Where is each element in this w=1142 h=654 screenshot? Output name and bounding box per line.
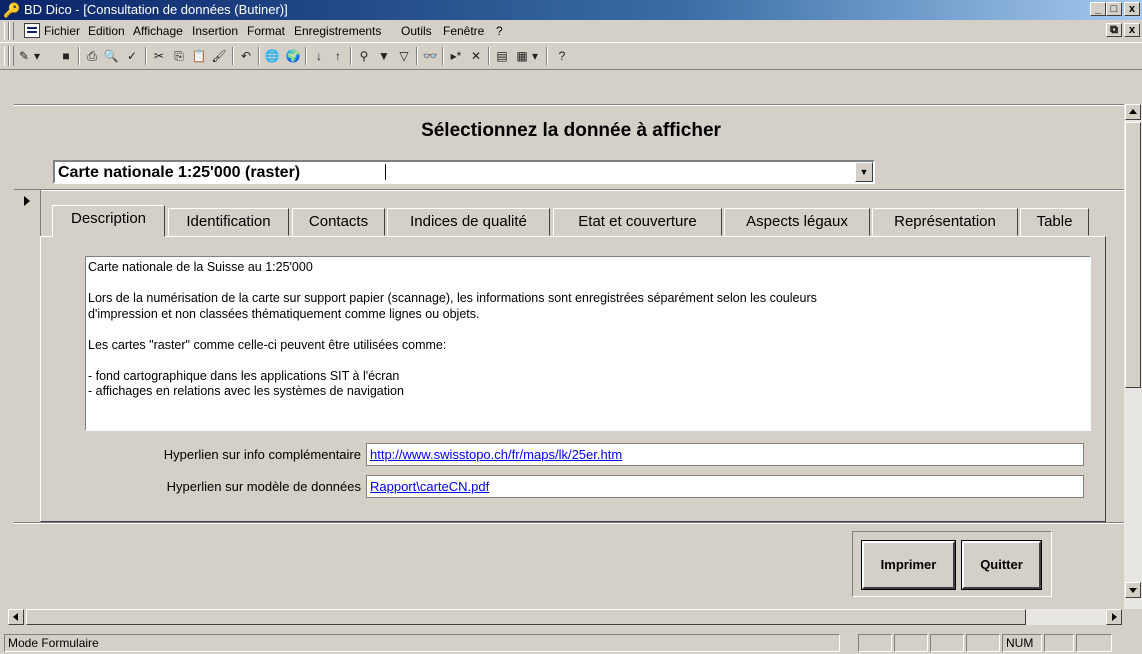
status-panel-6 [1044,634,1074,652]
filter-by-form-icon[interactable]: ▼ [376,48,392,64]
window-title: BD Dico - [Consultation de données (Buti… [24,2,288,17]
menu-outils[interactable]: Outils [401,24,432,38]
menu-insertion[interactable]: Insertion [192,24,238,38]
description-text[interactable]: Carte nationale de la Suisse au 1:25'000… [85,256,1091,431]
filter-by-selection-icon[interactable]: ⚲ [356,48,372,64]
sort-descending-icon[interactable]: ↑ [330,48,346,64]
quit-button[interactable]: Quitter [961,540,1042,590]
delete-record-icon[interactable]: ✕ [468,48,484,64]
menu-grip-2[interactable] [9,22,14,40]
status-panel-7 [1076,634,1112,652]
menu-bar: Fichier Edition Affichage Insertion Form… [0,20,1142,43]
toolbar-grip-2[interactable] [9,46,14,66]
print-icon[interactable]: ⎙ [84,48,100,64]
status-bar: Mode Formulaire NUM [0,632,1142,654]
chevron-down-icon[interactable]: ▾ [32,48,42,64]
print-button[interactable]: Imprimer [861,540,956,590]
scroll-down-button[interactable] [1125,582,1141,598]
status-panel-2 [894,634,928,652]
design-view-icon[interactable]: ✎ [16,48,32,64]
hyperlink-model-link[interactable]: Rapport\carteCN.pdf [370,479,489,494]
undo-icon[interactable]: ↶ [238,48,254,64]
title-bar: 🔑 BD Dico - [Consultation de données (Bu… [0,0,1142,20]
record-selector[interactable] [14,190,41,522]
menu-affichage[interactable]: Affichage [133,24,183,38]
status-num: NUM [1002,634,1042,652]
tab-indices-qualite[interactable]: Indices de qualité [387,208,550,236]
key-icon: 🔑 [3,2,21,18]
new-object-icon[interactable]: ▦ [514,48,530,64]
scroll-up-button[interactable] [1125,104,1141,120]
toolbar: ✎ ▾ ■ ⎙ 🔍 ✓ ✂ ⎘ 📋 🖌 ↶ 🌐 🌍 ↓ ↑ ⚲ ▼ ▽ 👓 ▸*… [0,43,1142,70]
vertical-scrollbar[interactable] [1124,104,1142,609]
status-panel-3 [930,634,964,652]
horizontal-scroll-track[interactable] [1026,609,1106,625]
hyperlink-info-field[interactable]: http://www.swisstopo.ch/fr/maps/lk/25er.… [366,443,1084,466]
scroll-right-button[interactable] [1106,609,1122,625]
new-record-icon[interactable]: ▸* [448,48,464,64]
menu-fenetre[interactable]: Fenêtre [443,24,484,38]
apply-filter-icon[interactable]: ▽ [396,48,412,64]
menu-format[interactable]: Format [247,24,285,38]
minimize-button[interactable]: _ [1090,2,1106,16]
hyperlink-info-label: Hyperlien sur info complémentaire [163,447,361,462]
horizontal-scrollbar[interactable] [8,608,1124,626]
tab-etat-couverture[interactable]: Etat et couverture [553,208,722,236]
menu-edition[interactable]: Edition [88,24,125,38]
scroll-thumb[interactable] [1125,122,1141,388]
paste-icon[interactable]: 📋 [191,48,207,64]
maximize-button[interactable]: □ [1106,2,1122,16]
help-icon[interactable]: ? [554,48,570,64]
current-record-icon [24,196,30,206]
status-panel-4 [966,634,1000,652]
tab-table[interactable]: Table [1020,208,1089,236]
copy-icon[interactable]: ⎘ [171,48,187,64]
text-caret [385,164,386,180]
print-preview-icon[interactable]: 🔍 [103,48,119,64]
cut-icon[interactable]: ✂ [151,48,167,64]
restore-doc-button[interactable]: ⧉ [1106,23,1122,37]
status-panel-1 [858,634,892,652]
close-doc-button[interactable]: x [1124,23,1140,37]
menu-fichier[interactable]: Fichier [44,24,80,38]
tab-aspects-legaux[interactable]: Aspects légaux [724,208,870,236]
save-icon[interactable]: ■ [58,48,74,64]
hyperlink-model-label: Hyperlien sur modèle de données [166,479,361,494]
find-icon[interactable]: 👓 [422,48,438,64]
hyperlink-model-field[interactable]: Rapport\carteCN.pdf [366,475,1084,498]
data-selector-value: Carte nationale 1:25'000 (raster) [58,164,301,181]
sort-ascending-icon[interactable]: ↓ [311,48,327,64]
tab-contacts[interactable]: Contacts [292,208,385,236]
format-painter-icon[interactable]: 🖌 [211,48,227,64]
chevron-down-icon[interactable]: ▼ [855,162,873,182]
chevron-down-icon[interactable]: ▾ [530,48,540,64]
menu-help[interactable]: ? [496,24,503,38]
data-selector-combo[interactable]: Carte nationale 1:25'000 (raster) ▼ [53,160,875,184]
scroll-left-button[interactable] [8,609,24,625]
web-toolbar-icon[interactable]: 🌍 [285,48,301,64]
horizontal-scroll-thumb[interactable] [26,609,1026,625]
form-icon[interactable] [24,23,40,38]
tab-identification[interactable]: Identification [168,208,289,236]
page-title: Sélectionnez la donnée à afficher [421,120,721,141]
tab-representation[interactable]: Représentation [872,208,1018,236]
status-mode: Mode Formulaire [4,634,840,652]
spelling-icon[interactable]: ✓ [124,48,140,64]
tab-description[interactable]: Description [52,205,165,237]
menu-enregistrements[interactable]: Enregistrements [294,24,381,38]
close-button[interactable]: x [1124,2,1140,16]
hyperlink-info-link[interactable]: http://www.swisstopo.ch/fr/maps/lk/25er.… [370,447,622,462]
insert-hyperlink-icon[interactable]: 🌐 [264,48,280,64]
database-window-icon[interactable]: ▤ [494,48,510,64]
